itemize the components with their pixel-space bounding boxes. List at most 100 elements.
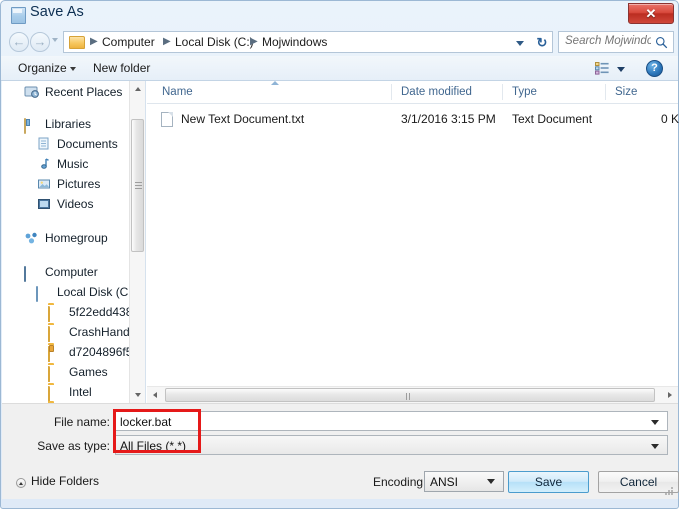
help-glyph: ? [651,62,658,74]
scroll-down-icon[interactable] [130,387,145,403]
music-icon [41,158,49,169]
column-divider[interactable] [502,84,503,100]
column-header-name[interactable]: Name [162,86,193,98]
scroll-up-icon[interactable] [130,81,145,97]
file-list-horizontal-scrollbar[interactable] [147,386,678,414]
sidebar-item-label: Recent Places [45,85,123,99]
view-layout-icon[interactable] [595,62,609,75]
sidebar-item-label: Games [69,365,108,379]
save-as-type-value: All Files (*.*) [120,439,187,453]
scroll-thumb-grip [135,182,142,189]
homegroup-icon [25,232,37,244]
cell-type: Text Document [512,112,593,126]
file-name-label: File name: [53,415,110,429]
sidebar-scrollbar[interactable] [129,81,145,403]
chevron-down-icon[interactable] [70,67,76,71]
sidebar-item-label: Pictures [57,177,101,191]
folder-icon [48,326,50,342]
sidebar-item-label: Local Disk (C:) [57,285,136,299]
breadcrumb-item-local-disk[interactable]: Local Disk (C:) [175,35,254,49]
back-button[interactable]: ← [9,32,29,52]
page-title: Save As [30,4,84,20]
libraries-icon [24,118,26,134]
sidebar-item-label: Intel [69,385,92,399]
scroll-thumb-grip [406,393,414,414]
cell-name: New Text Document.txt [181,112,305,126]
breadcrumb-item-computer[interactable]: Computer [102,35,155,49]
dialog-footer: Hide Folders Encoding: ANSI Save Cancel [2,463,679,499]
search-box[interactable] [558,31,674,53]
refresh-button[interactable]: ↻ [532,31,553,53]
cell-size: 0 K [661,112,679,126]
search-icon [655,36,668,49]
table-row[interactable]: New Text Document.txt 3/1/2016 3:15 PM T… [147,110,679,129]
column-header-size[interactable]: Size [615,86,637,98]
help-icon[interactable]: ? [646,60,663,77]
sidebar-item-label: Homegroup [45,231,108,245]
save-as-type-label: Save as type: [37,439,110,453]
breadcrumb-separator: ▶ [90,36,98,47]
recent-locations-chevron-icon[interactable] [52,38,58,42]
forward-arrow-icon: → [33,34,47,49]
save-as-type-select[interactable]: All Files (*.*) [115,435,668,455]
close-button[interactable]: ✕ [628,3,674,24]
toolbar: Organize New folder ? [1,56,678,81]
sidebar-item-label: Documents [57,137,118,151]
folder-icon [69,36,85,49]
breadcrumb-separator: ▶ [250,36,258,47]
hide-folders-label: Hide Folders [31,474,100,488]
column-header-row: Name Date modified Type Size [147,81,678,104]
resize-grip-icon[interactable] [663,485,675,497]
encoding-label: Encoding: [373,475,427,489]
sidebar-item-label: Libraries [45,117,92,131]
chevron-down-icon[interactable] [651,444,659,449]
scroll-thumb[interactable] [165,388,655,414]
address-dropdown-icon[interactable] [516,41,524,46]
title-bar: Save As ✕ [1,1,678,28]
collapse-chevron-icon [16,478,26,488]
chevron-down-icon[interactable] [651,420,659,425]
pictures-icon [38,179,50,189]
column-divider[interactable] [391,84,392,100]
breadcrumb-item-mojwindows[interactable]: Mojwindows [262,35,327,49]
file-list-pane: Name Date modified Type Size New Text Do… [147,81,679,414]
column-divider[interactable] [605,84,606,100]
sidebar-item-label: Music [57,157,89,171]
encoding-value: ANSI [430,475,459,489]
forward-button[interactable]: → [30,32,50,52]
scroll-thumb[interactable] [131,119,144,252]
scroll-left-icon[interactable] [147,387,163,403]
address-bar-row: ← → ▶ Computer ▶ Local Disk (C:) ▶ Mojwi… [1,28,678,56]
computer-icon [24,266,26,282]
file-name-value: locker.bat [120,415,172,429]
address-bar[interactable]: ▶ Computer ▶ Local Disk (C:) ▶ Mojwindow… [63,31,532,53]
folder-icon [48,306,50,322]
navigation-pane: Recent Places Libraries Documents Music … [2,81,146,403]
chevron-down-icon[interactable] [487,479,495,484]
column-header-date-modified[interactable]: Date modified [401,86,472,98]
organize-button[interactable]: Organize [18,61,67,75]
scroll-right-icon[interactable] [662,387,678,403]
content-area: Recent Places Libraries Documents Music … [2,81,679,414]
new-folder-button[interactable]: New folder [93,61,150,75]
back-arrow-icon: ← [12,34,26,49]
file-name-input[interactable]: locker.bat [115,411,668,431]
folder-icon [48,366,50,382]
cell-date-modified: 3/1/2016 3:15 PM [401,112,496,126]
chevron-down-icon[interactable] [617,67,625,72]
sort-ascending-icon [271,81,279,85]
search-input[interactable] [565,35,651,47]
column-header-type[interactable]: Type [512,86,537,98]
local-disk-icon [36,286,38,302]
encoding-select[interactable]: ANSI [424,471,504,492]
videos-icon [38,199,50,209]
save-button[interactable]: Save [508,471,589,493]
sidebar-item-label: Videos [57,197,94,211]
sidebar-item-label: Computer [45,265,98,279]
recent-places-icon [24,86,39,98]
save-as-dialog: Save As ✕ ← → ▶ Computer ▶ Local Disk (C… [0,0,679,509]
window-document-icon [11,7,26,24]
folder-locked-icon [48,346,50,362]
text-file-icon [161,112,173,127]
refresh-icon: ↻ [536,35,548,50]
